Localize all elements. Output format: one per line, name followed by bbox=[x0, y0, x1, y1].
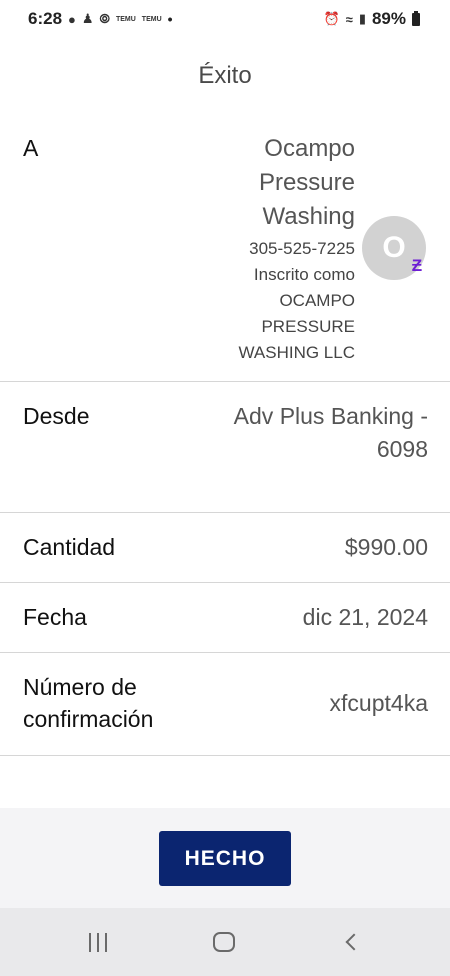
page-title: Éxito bbox=[198, 62, 252, 89]
temu-icon-2: TEMU bbox=[141, 15, 162, 23]
from-label: Desde bbox=[23, 403, 90, 429]
more-notifications-icon: • bbox=[167, 11, 173, 27]
enrolled-name-line1: OCAMPO bbox=[279, 291, 355, 310]
status-left: 6:28 ● ♟ ⦾ TEMU TEMU • bbox=[28, 9, 173, 29]
date-label: Fecha bbox=[23, 604, 87, 630]
enrolled-name-line3: WASHING LLC bbox=[238, 343, 355, 362]
from-account-number: 6098 bbox=[376, 436, 428, 462]
confirmation-label-line2: confirmación bbox=[23, 706, 154, 732]
avatar-initial: O bbox=[382, 231, 406, 264]
confirmation-label: Número de confirmación bbox=[23, 671, 153, 735]
person-add-icon: ♟ bbox=[81, 11, 94, 26]
recipient-name-line1: Ocampo bbox=[264, 135, 355, 162]
done-button[interactable]: HECHO bbox=[159, 831, 291, 886]
amount-row: Cantidad $990.00 bbox=[0, 513, 450, 583]
wifi-icon: ≈ bbox=[345, 11, 353, 27]
battery-icon bbox=[412, 10, 420, 26]
status-right: ⏰ ≈ ▮ 89% bbox=[323, 9, 420, 29]
recents-icon[interactable] bbox=[84, 928, 112, 956]
temu-icon: TEMU bbox=[115, 15, 136, 23]
recipient-label: A bbox=[23, 135, 39, 161]
date-row: Fecha dic 21, 2024 bbox=[0, 583, 450, 653]
recipient-phone: 305-525-7225 bbox=[249, 239, 355, 258]
alarm-icon: ⏰ bbox=[323, 11, 340, 26]
message-icon: ● bbox=[68, 11, 76, 27]
recipient-name-line3: Washing bbox=[262, 203, 355, 230]
messenger-icon: ⦾ bbox=[99, 11, 110, 26]
system-nav-bar bbox=[0, 908, 450, 976]
zelle-icon: Ƶ bbox=[411, 256, 423, 275]
confirmation-number: xfcupt4ka bbox=[329, 690, 428, 716]
status-time: 6:28 bbox=[28, 9, 63, 28]
confirmation-row: Número de confirmación xfcupt4ka bbox=[0, 653, 450, 756]
from-value: Adv Plus Banking - 6098 bbox=[234, 400, 428, 466]
confirmation-label-line1: Número de bbox=[23, 674, 137, 700]
status-bar: 6:28 ● ♟ ⦾ TEMU TEMU • ⏰ ≈ ▮ 89% bbox=[0, 0, 450, 38]
amount-label: Cantidad bbox=[23, 534, 116, 560]
back-icon[interactable] bbox=[340, 928, 362, 956]
from-account-name: Adv Plus Banking - bbox=[233, 403, 428, 429]
recipient-info: Ocampo Pressure Washing 305-525-7225 Ins… bbox=[238, 132, 355, 366]
enrolled-as-label: Inscrito como bbox=[253, 265, 355, 284]
amount-value: $990.00 bbox=[344, 534, 428, 560]
home-icon[interactable] bbox=[210, 928, 238, 956]
signal-icon: ▮ bbox=[358, 11, 366, 26]
date-value: dic 21, 2024 bbox=[302, 604, 428, 630]
recipient-row: A Ocampo Pressure Washing 305-525-7225 I… bbox=[0, 114, 450, 382]
battery-percent: 89% bbox=[371, 9, 406, 28]
page-header: Éxito bbox=[0, 38, 450, 114]
from-account-row: Desde Adv Plus Banking - 6098 bbox=[0, 382, 450, 513]
enrolled-name-line2: PRESSURE bbox=[261, 317, 355, 336]
transfer-details: A Ocampo Pressure Washing 305-525-7225 I… bbox=[0, 114, 450, 808]
recipient-name-line2: Pressure bbox=[258, 169, 355, 196]
